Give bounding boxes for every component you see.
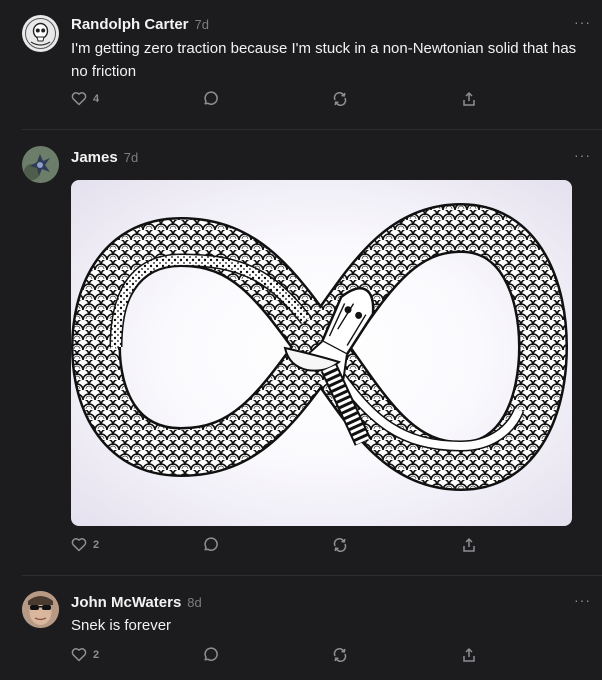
post-text: I'm getting zero traction because I'm st…	[71, 40, 577, 80]
share-button[interactable]	[461, 537, 477, 553]
author-name[interactable]: John McWaters 8d	[71, 594, 202, 611]
like-count: 4	[93, 92, 100, 105]
post-time[interactable]: 7d	[195, 17, 209, 32]
avatar-person-image	[22, 591, 59, 628]
author-name[interactable]: James 7d	[71, 149, 138, 166]
divider	[22, 575, 602, 576]
reply-icon	[204, 537, 218, 551]
repost-icon	[333, 91, 347, 107]
author-name[interactable]: Randolph Carter 7d	[71, 16, 209, 33]
share-icon	[463, 91, 475, 106]
share-icon	[463, 647, 475, 662]
post-actions: 2	[71, 647, 591, 667]
post-time[interactable]: 7d	[124, 150, 138, 165]
reply-button[interactable]	[202, 91, 218, 107]
post-text: Snek is forever	[71, 617, 172, 634]
avatar[interactable]	[22, 146, 59, 183]
author-name-text[interactable]: Randolph Carter	[71, 16, 189, 33]
like-button[interactable]: 4	[71, 91, 99, 106]
post-actions: 2	[71, 537, 591, 557]
author-name-text[interactable]: John McWaters	[71, 594, 181, 611]
reply-button[interactable]	[202, 537, 218, 553]
like-count: 2	[93, 538, 100, 551]
repost-icon	[333, 537, 347, 553]
repost-button[interactable]	[332, 91, 348, 107]
share-icon	[463, 537, 475, 552]
author-name-text[interactable]: James	[71, 149, 118, 166]
divider	[22, 129, 602, 130]
heart-icon	[71, 648, 87, 662]
repost-button[interactable]	[332, 647, 348, 663]
more-options-button[interactable]: ···	[574, 147, 591, 163]
reply-icon	[204, 647, 218, 661]
share-button[interactable]	[461, 647, 477, 663]
more-options-button[interactable]: ···	[574, 592, 591, 608]
reply-icon	[204, 91, 218, 105]
like-button[interactable]: 2	[71, 647, 99, 662]
ouroboros-infinity-illustration	[71, 203, 568, 491]
repost-icon	[333, 647, 347, 663]
post-image[interactable]	[71, 180, 572, 526]
post-actions: 4	[71, 91, 591, 111]
avatar[interactable]	[22, 15, 59, 52]
more-options-button[interactable]: ···	[574, 14, 591, 30]
avatar-plant-image	[22, 146, 59, 183]
share-button[interactable]	[461, 91, 477, 107]
avatar-skull-image	[22, 15, 59, 52]
reply-button[interactable]	[202, 647, 218, 663]
avatar[interactable]	[22, 591, 59, 628]
heart-icon	[71, 538, 87, 552]
post-time[interactable]: 8d	[187, 595, 201, 610]
repost-button[interactable]	[332, 537, 348, 553]
heart-icon	[71, 92, 87, 106]
like-count: 2	[93, 648, 100, 661]
like-button[interactable]: 2	[71, 537, 99, 552]
